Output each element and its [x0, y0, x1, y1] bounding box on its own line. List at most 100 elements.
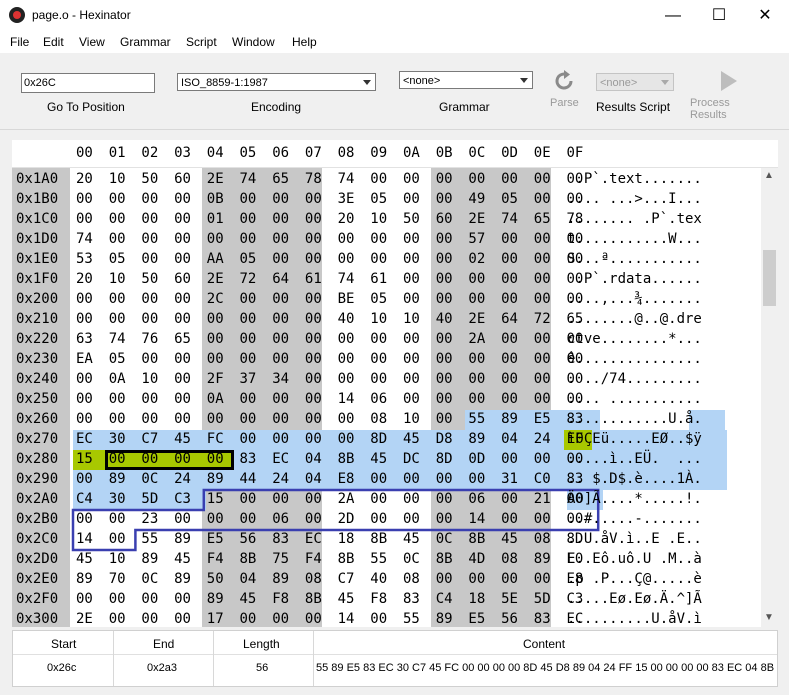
hex-byte[interactable]: 08: [534, 531, 551, 547]
ascii-text[interactable]: t...........W...: [567, 231, 702, 247]
hex-byte[interactable]: 00: [207, 451, 224, 467]
hex-byte[interactable]: 00: [272, 191, 289, 207]
ascii-text[interactable]: .p .P...Ç@.....è: [567, 571, 702, 587]
maximize-icon[interactable]: ☐: [696, 0, 742, 31]
hex-byte[interactable]: 08: [305, 571, 322, 587]
hex-byte[interactable]: 89: [141, 551, 158, 567]
hex-byte[interactable]: 00: [403, 171, 420, 187]
hex-byte[interactable]: 00: [403, 331, 420, 347]
hex-byte[interactable]: 00: [436, 511, 453, 527]
hex-byte[interactable]: 05: [501, 191, 518, 207]
vertical-scrollbar[interactable]: ▲ ▼: [761, 168, 778, 627]
hex-byte[interactable]: 10: [109, 551, 126, 567]
menu-view[interactable]: View: [79, 35, 105, 49]
hex-byte[interactable]: 89: [501, 411, 518, 427]
hex-byte[interactable]: 8B: [468, 531, 485, 547]
hex-byte[interactable]: 00: [240, 391, 257, 407]
hex-byte[interactable]: 89: [109, 471, 126, 487]
hex-byte[interactable]: 74: [240, 171, 257, 187]
hex-byte[interactable]: 45: [240, 591, 257, 607]
hex-byte[interactable]: 00: [403, 191, 420, 207]
hex-byte[interactable]: FC: [207, 431, 224, 447]
hex-byte[interactable]: 00: [501, 291, 518, 307]
hex-byte[interactable]: AA: [207, 251, 224, 267]
hex-byte[interactable]: 89: [174, 571, 191, 587]
hex-byte[interactable]: 5D: [534, 591, 551, 607]
hex-byte[interactable]: 00: [338, 411, 355, 427]
hex-byte[interactable]: 00: [141, 231, 158, 247]
hex-byte[interactable]: 00: [403, 491, 420, 507]
hex-byte[interactable]: 00: [436, 391, 453, 407]
hex-byte[interactable]: 00: [370, 471, 387, 487]
hex-byte[interactable]: 00: [272, 431, 289, 447]
hex-byte[interactable]: 20: [76, 171, 93, 187]
hex-byte[interactable]: D8: [436, 431, 453, 447]
hex-byte[interactable]: 00: [534, 511, 551, 527]
hex-byte[interactable]: 00: [109, 391, 126, 407]
hex-byte[interactable]: 00: [370, 251, 387, 267]
hex-byte[interactable]: 64: [272, 271, 289, 287]
hex-byte[interactable]: C7: [141, 431, 158, 447]
ascii-text[interactable]: . ../74.........: [567, 371, 702, 387]
results-start[interactable]: 0x26c: [47, 662, 76, 674]
hex-byte[interactable]: 0C: [403, 551, 420, 567]
hex-byte[interactable]: 00: [403, 471, 420, 487]
hex-byte[interactable]: 40: [436, 311, 453, 327]
close-icon[interactable]: ✕: [742, 0, 788, 31]
hex-byte[interactable]: 00: [207, 511, 224, 527]
hex-byte[interactable]: 00: [534, 451, 551, 467]
hex-byte[interactable]: 83: [240, 451, 257, 467]
hex-byte[interactable]: 05: [109, 251, 126, 267]
hex-byte[interactable]: 89: [174, 531, 191, 547]
hex-byte[interactable]: 00: [403, 251, 420, 267]
hex-byte[interactable]: 00: [174, 371, 191, 387]
hex-byte[interactable]: 56: [240, 531, 257, 547]
ascii-text[interactable]: .. $.D$.è....1À.: [567, 471, 702, 487]
hex-byte[interactable]: C3: [174, 491, 191, 507]
hex-byte[interactable]: 08: [501, 551, 518, 567]
hex-byte[interactable]: 74: [501, 211, 518, 227]
ascii-text[interactable]: .P`.text.......: [567, 171, 701, 187]
ascii-text[interactable]: ..#.....-.......: [567, 511, 702, 527]
hex-byte[interactable]: 00: [534, 251, 551, 267]
hex-byte[interactable]: 50: [403, 211, 420, 227]
hex-byte[interactable]: 04: [240, 571, 257, 587]
ascii-text[interactable]: .... ...>...I...: [567, 191, 702, 207]
hex-byte[interactable]: 37: [240, 371, 257, 387]
ascii-text[interactable]: ........@..@.dre: [567, 311, 702, 327]
hex-byte[interactable]: 00: [534, 291, 551, 307]
hex-byte[interactable]: 00: [436, 271, 453, 287]
hex-byte[interactable]: 00: [534, 231, 551, 247]
hex-byte[interactable]: 61: [370, 271, 387, 287]
hex-byte[interactable]: 23: [141, 511, 158, 527]
hex-byte[interactable]: 06: [272, 511, 289, 527]
hex-byte[interactable]: 00: [174, 351, 191, 367]
hex-byte[interactable]: 00: [403, 371, 420, 387]
hex-byte[interactable]: 00: [436, 331, 453, 347]
hex-byte[interactable]: 00: [240, 191, 257, 207]
ascii-text[interactable]: Ä0]Ã....*.....!.: [567, 491, 702, 507]
ascii-text[interactable]: .... ...........: [567, 391, 702, 407]
hex-byte[interactable]: 2A: [338, 491, 355, 507]
hex-byte[interactable]: 10: [141, 371, 158, 387]
goto-position-input[interactable]: [21, 73, 155, 93]
hex-byte[interactable]: 00: [305, 291, 322, 307]
hex-byte[interactable]: 00: [403, 291, 420, 307]
hex-byte[interactable]: 60: [436, 211, 453, 227]
hex-byte[interactable]: E5: [468, 611, 485, 627]
hex-byte[interactable]: 00: [305, 511, 322, 527]
hex-byte[interactable]: 0B: [207, 191, 224, 207]
hex-byte[interactable]: 00: [109, 591, 126, 607]
hex-byte[interactable]: 83: [403, 591, 420, 607]
hex-byte[interactable]: 40: [338, 311, 355, 327]
hex-byte[interactable]: 00: [207, 311, 224, 327]
hex-byte[interactable]: 00: [207, 351, 224, 367]
hex-byte[interactable]: C7: [338, 571, 355, 587]
hex-byte[interactable]: 45: [403, 431, 420, 447]
hex-byte[interactable]: 45: [501, 531, 518, 547]
hex-byte[interactable]: 5E: [501, 591, 518, 607]
hex-byte[interactable]: 89: [468, 431, 485, 447]
hex-byte[interactable]: 00: [534, 371, 551, 387]
hex-byte[interactable]: 00: [403, 511, 420, 527]
ascii-text[interactable]: ì0ÇEü.....EØ..$ÿ: [567, 431, 702, 447]
